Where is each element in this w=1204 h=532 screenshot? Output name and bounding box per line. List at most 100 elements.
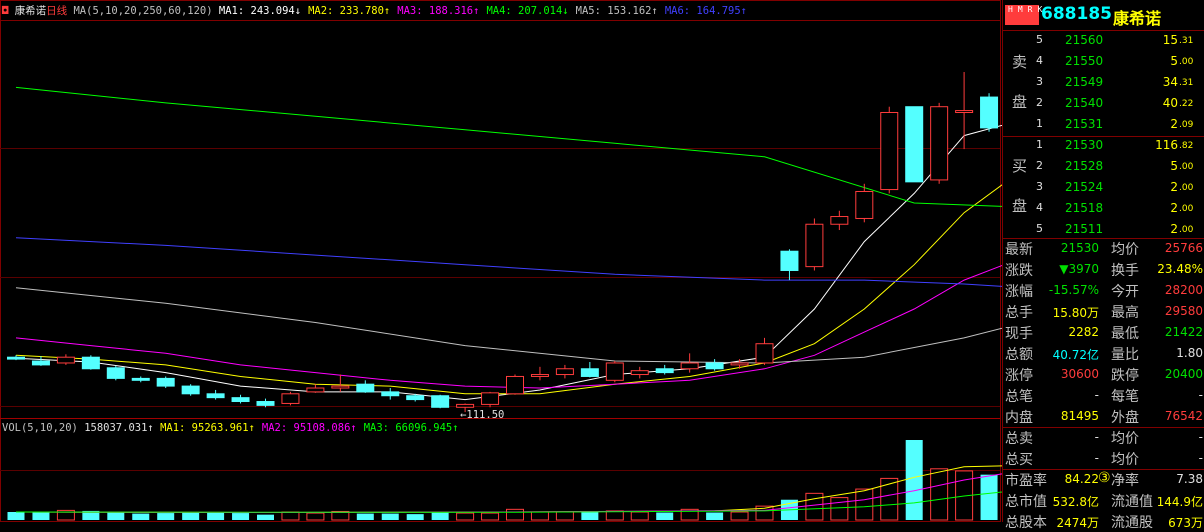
candle-body [356, 383, 375, 393]
stat-label: 每笔 [1111, 389, 1139, 405]
chart-canvas[interactable]: 296.60→←111.50 [0, 0, 1002, 522]
book-price: 21549 [1065, 75, 1104, 89]
book-level: 4 [1036, 54, 1043, 67]
candle-body [406, 395, 425, 401]
volume-bar [830, 497, 849, 521]
stat-label: 内盘 [1005, 410, 1033, 426]
book-volume-decimal: .09 [1179, 120, 1194, 130]
candle-body [31, 360, 50, 366]
book-price: 21511 [1065, 222, 1104, 236]
volume-bar [406, 514, 424, 520]
book-level: 2 [1036, 159, 1043, 172]
ma-value-4: MA4: 207.014↓ [486, 5, 569, 17]
ma-value-1: MA1: 243.094↓ [218, 5, 302, 17]
candle-body [481, 392, 500, 405]
stat-value: 673万 [1168, 516, 1203, 530]
stat-row: 最新 21530 均价 25766 [1003, 238, 1204, 259]
volume-bar [182, 512, 200, 520]
candle-body [7, 356, 25, 360]
stat-value: 23.48% [1157, 262, 1203, 276]
stat-label: 总额 [1005, 347, 1033, 363]
book-row[interactable]: 3 21524 2.00 [1003, 177, 1204, 198]
book-row[interactable]: 4 21550 5.00 [1003, 51, 1204, 72]
stat-value: 28200 [1164, 283, 1203, 297]
book-level: 3 [1036, 180, 1043, 193]
candle-body [381, 391, 400, 397]
candle-body [905, 106, 924, 183]
ma-value-5: MA5: 153.162↑ [575, 5, 658, 17]
book-level: 5 [1036, 222, 1043, 235]
vol-title: VOL(5,10,20) [2, 422, 78, 434]
candle-body [605, 362, 624, 381]
book-level: 2 [1036, 96, 1043, 109]
volume-bar [980, 474, 998, 520]
volume-bar [605, 510, 624, 521]
book-row[interactable]: 2 21528 5.00 [1003, 156, 1204, 177]
vol-ma-value-3: MA3: 66096.945↑ [363, 422, 459, 434]
stat-label: 均价 [1111, 452, 1139, 468]
stat-value: 21422 [1164, 325, 1203, 339]
stat-value: - [1094, 388, 1099, 402]
candle-body [780, 250, 799, 271]
volume-header: VOL(5,10,20) 158037.031↑ MA1: 95263.961↑… [2, 422, 466, 434]
volume-bar [880, 477, 899, 521]
candle-body [306, 387, 325, 393]
book-row[interactable]: 1 21530 116.82 [1003, 135, 1204, 156]
vol-ma-line-ma1 [15, 465, 1002, 514]
stat-label: 总市值 [1005, 494, 1047, 510]
candle-body [331, 385, 350, 389]
candle-body [930, 106, 949, 181]
stock-menu-icon[interactable]: ◘ [2, 5, 8, 17]
book-level: 1 [1036, 138, 1043, 151]
book-volume-decimal: .00 [1179, 57, 1194, 67]
book-row[interactable]: 4 21518 2.00 [1003, 198, 1204, 219]
stat-value: 40.72亿 [1052, 348, 1099, 362]
candle-body [680, 362, 699, 370]
stat-value: - [1198, 388, 1203, 402]
stat-value: 532.8亿 [1052, 495, 1099, 509]
stat-value: 30600 [1060, 367, 1099, 381]
volume-bar [730, 511, 749, 521]
stat-value: 25766 [1164, 241, 1203, 255]
volume-bar [581, 512, 599, 520]
stat-value: 29580 [1164, 304, 1203, 318]
volume-bar [381, 513, 399, 520]
stat-label: 量比 [1111, 347, 1139, 363]
book-volume: 2 [1170, 180, 1178, 194]
stat-row: 市盈率 84.22 ③ 净率 7.38 [1003, 469, 1204, 490]
stat-label: 总笔 [1005, 389, 1033, 405]
stats-table: 最新 21530 均价 25766 涨跌 ▼3970 换手 23.48% 涨幅 -15.57% 今开… [1003, 238, 1204, 428]
volume-bar [555, 511, 574, 521]
book-row[interactable]: 5 21511 2.00 [1003, 219, 1204, 240]
volume-bar [157, 513, 175, 520]
stat-row: 涨幅 -15.57% 今开 28200 [1003, 280, 1204, 301]
book-volume-decimal: .00 [1179, 225, 1194, 235]
stat-label: 现手 [1005, 326, 1033, 342]
book-volume: 5 [1170, 54, 1178, 68]
candle-body [880, 111, 899, 191]
stat-value: 2282 [1068, 325, 1099, 339]
candle-body [955, 110, 974, 113]
stat-row: 涨停 30600 跌停 20400 [1003, 364, 1204, 385]
candle-body [206, 393, 225, 399]
book-price: 21524 [1065, 180, 1104, 194]
book-volume: 15 [1162, 33, 1178, 47]
book-row[interactable]: 3 21549 34.31 [1003, 72, 1204, 93]
candle-body [56, 356, 75, 364]
book-volume: 2 [1170, 117, 1178, 131]
volume-bar [530, 511, 549, 521]
kline-chart[interactable]: 296.60→←111.50 ◘ 康希诺日线 MA(5,10,20,250,60… [0, 0, 1002, 522]
volume-bar [232, 513, 250, 520]
stat-row: 总笔 - 每笔 - [1003, 385, 1204, 406]
book-row[interactable]: 2 21540 40.22 [1003, 93, 1204, 114]
header-period[interactable]: 日线 [46, 5, 67, 17]
book-row[interactable]: 1 21531 2.09 [1003, 114, 1204, 135]
candle-body [431, 395, 450, 408]
book-row[interactable]: 5 21560 15.31 [1003, 30, 1204, 51]
stat-label: 换手 [1111, 263, 1139, 279]
book-price: 21550 [1065, 54, 1104, 68]
book-volume: 40 [1162, 96, 1178, 110]
book-level: 1 [1036, 117, 1043, 130]
vol-ma-line-ma2 [15, 473, 1002, 514]
volume-bar [855, 488, 874, 521]
